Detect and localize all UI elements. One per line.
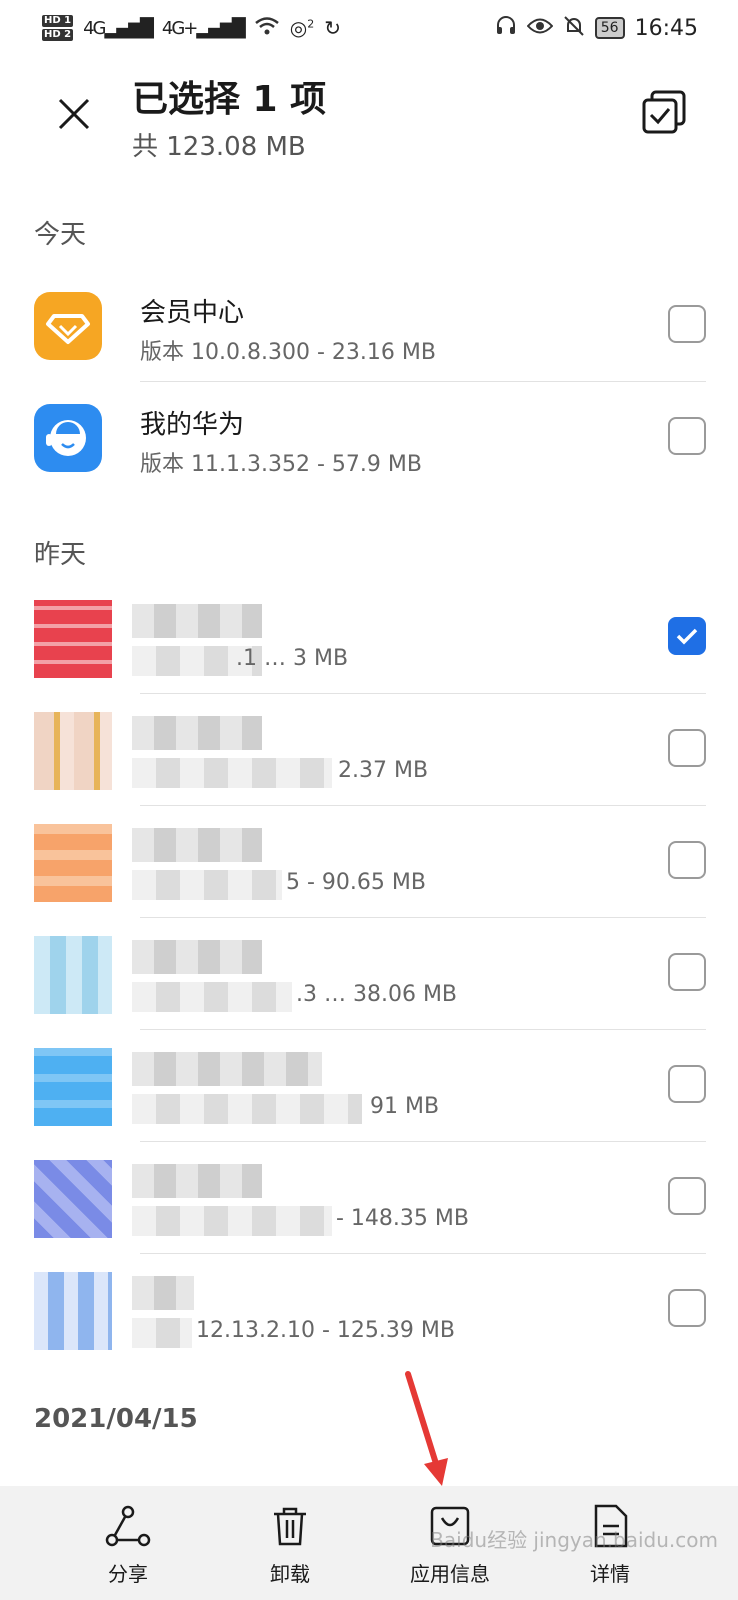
status-left: HD 1 HD 2 4G▂▄▆█ 4G+▂▄▆█ ◎2 ↻ [42,15,341,41]
selection-header: 已选择 1 项 共 123.08 MB [0,60,738,170]
app-checkbox[interactable] [668,1177,706,1215]
selection-size: 共 123.08 MB [132,132,306,162]
app-icon [34,1048,112,1126]
share-icon [105,1505,151,1547]
clock: 16:45 [634,15,698,41]
bell-off-icon [563,15,585,42]
app-name-obscured [132,604,262,638]
app-icon [34,936,112,1014]
app-meta-obscured [132,1094,362,1124]
app-meta-obscured [132,1318,192,1348]
app-meta: 版本 11.1.3.352 - 57.9 MB [140,452,422,477]
sync-icon: ↻ [324,16,341,40]
hd-indicator: HD 1 HD 2 [42,15,74,41]
app-meta: 5 - 90.65 MB [286,870,426,895]
uninstall-label: 卸载 [270,1562,310,1586]
app-meta-obscured [132,758,332,788]
app-row[interactable]: .3 … 38.06 MB [0,918,738,1030]
signal-1-icon: 4G▂▄▆█ [83,17,154,39]
wifi-icon [254,16,280,41]
app-meta: .3 … 38.06 MB [296,982,458,1007]
app-meta: 91 MB [370,1094,440,1119]
app-checkbox[interactable] [668,417,706,455]
app-name-obscured [132,1276,194,1310]
app-meta-obscured [132,1206,332,1236]
app-meta: .1 … 3 MB [236,646,349,671]
eye-icon [526,16,554,40]
app-name-obscured [132,1052,322,1086]
headset-icon [495,15,517,42]
uninstall-button[interactable]: 卸载 [230,1502,350,1587]
app-name-obscured [132,940,262,974]
app-name-obscured [132,828,262,862]
share-label: 分享 [108,1562,148,1586]
app-row[interactable]: - 148.35 MB [0,1142,738,1254]
app-meta: 12.13.2.10 - 125.39 MB [196,1318,455,1343]
app-meta-obscured [132,982,292,1012]
app-checkbox[interactable] [668,1065,706,1103]
select-all-button[interactable] [640,88,688,136]
signal-2-icon: 4G+▂▄▆█ [161,17,246,39]
status-right: 56 16:45 [495,15,698,42]
app-checkbox[interactable] [668,729,706,767]
app-row[interactable]: 我的华为 版本 11.1.3.352 - 57.9 MB [0,382,738,494]
app-meta: - 148.35 MB [336,1206,469,1231]
bottom-action-bar: 分享 卸载 应用信息 详情 Baidu经验 jingyan.baidu.com [0,1486,738,1600]
app-checkbox[interactable] [668,305,706,343]
details-label: 详情 [590,1562,630,1586]
app-row[interactable]: 5 - 90.65 MB [0,806,738,918]
app-row[interactable]: 91 MB [0,1030,738,1142]
section-header-yesterday: 昨天 [34,540,87,570]
app-info-label: 应用信息 [410,1562,490,1586]
app-checkbox-checked[interactable] [668,617,706,655]
share-button[interactable]: 分享 [68,1502,188,1587]
page-title: 已选择 1 项 [132,79,327,120]
trash-icon [274,1507,306,1546]
app-meta-obscured [132,870,282,900]
my-huawei-icon [34,404,102,472]
app-name: 会员中心 [140,298,245,328]
close-icon [58,98,90,130]
status-bar: HD 1 HD 2 4G▂▄▆█ 4G+▂▄▆█ ◎2 ↻ 56 16:45 [0,0,738,56]
app-name-obscured [132,1164,262,1198]
hotspot-icon: ◎2 [289,16,315,40]
app-icon [34,824,112,902]
app-icon [34,1272,112,1350]
select-all-icon [642,90,686,134]
app-checkbox[interactable] [668,1289,706,1327]
hd1-label: HD 1 [42,15,74,27]
app-icon [34,712,112,790]
battery-icon: 56 [594,17,625,39]
section-header-today: 今天 [34,220,87,250]
member-center-icon [34,292,102,360]
hd2-label: HD 2 [42,29,74,41]
section-header-date: 2021/04/15 [34,1404,198,1434]
app-row[interactable]: .1 … 3 MB [0,582,738,694]
app-row[interactable]: 2.37 MB [0,694,738,806]
check-icon [676,628,698,645]
app-name-obscured [132,716,262,750]
close-button[interactable] [52,92,96,136]
app-row[interactable]: 12.13.2.10 - 125.39 MB [0,1254,738,1366]
annotation-arrow [405,1371,448,1486]
app-checkbox[interactable] [668,953,706,991]
watermark: Baidu经验 jingyan.baidu.com [430,1528,718,1552]
app-checkbox[interactable] [668,841,706,879]
app-meta: 2.37 MB [338,758,429,783]
app-meta: 版本 10.0.8.300 - 23.16 MB [140,340,436,365]
app-name: 我的华为 [140,410,245,440]
app-row[interactable]: 会员中心 版本 10.0.8.300 - 23.16 MB [0,270,738,382]
app-icon [34,600,112,678]
app-icon [34,1160,112,1238]
